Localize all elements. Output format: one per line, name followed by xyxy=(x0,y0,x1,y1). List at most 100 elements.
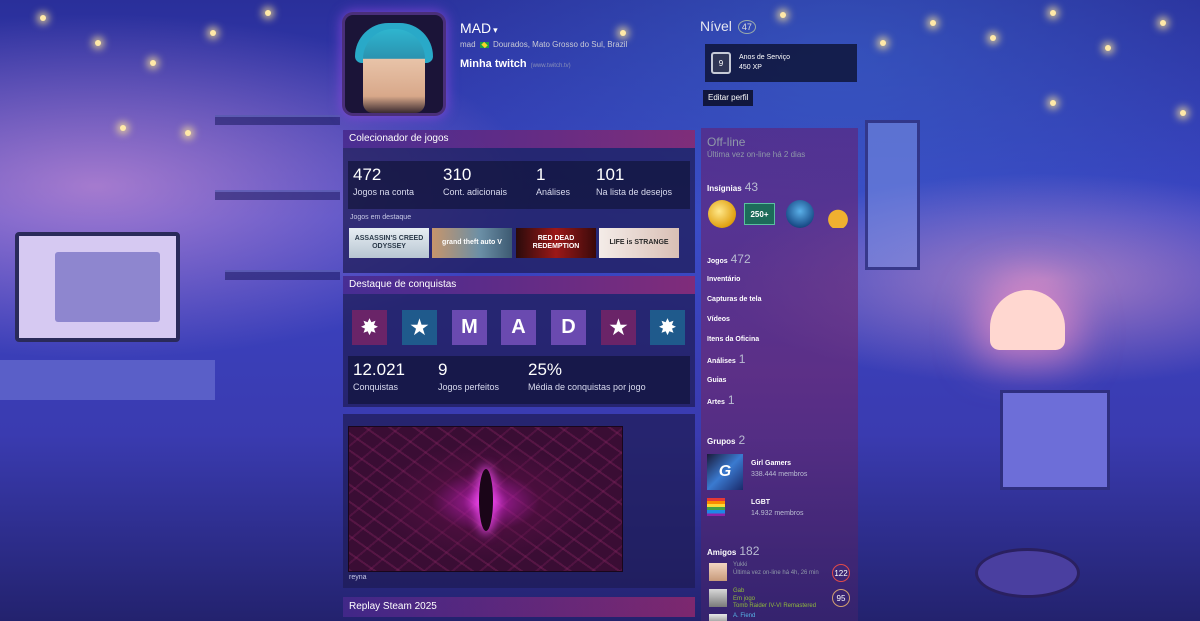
friend-name[interactable]: Yukki xyxy=(733,562,747,568)
group-name[interactable]: Girl Gamers xyxy=(751,460,791,467)
workshop-items-link[interactable]: Itens da Oficina xyxy=(707,336,759,343)
nav-count: 472 xyxy=(730,252,751,266)
stat-avg-completion[interactable]: 25% Média de conquistas por jogo xyxy=(528,360,646,392)
background-cabinet xyxy=(1000,390,1110,490)
featured-games-label: Jogos em destaque xyxy=(350,214,412,221)
group-members: 14.932 membros xyxy=(751,510,804,517)
summary-title: Minha twitch xyxy=(460,58,527,70)
groups-label: Grupos xyxy=(707,437,736,446)
friend-game: Tomb Raider IV-VI Remastered xyxy=(733,603,817,609)
background-fairy-light xyxy=(265,10,271,16)
achievement-icon[interactable]: ★ xyxy=(601,310,636,345)
badges-count: 43 xyxy=(744,180,759,194)
stat-wishlist[interactable]: 101 Na lista de desejos xyxy=(596,165,672,197)
badges-label: Insígnias xyxy=(707,184,742,193)
game-capsule-rdr[interactable]: RED DEAD REDEMPTION xyxy=(516,228,596,258)
group-name[interactable]: LGBT xyxy=(751,499,770,506)
background-fairy-light xyxy=(1050,100,1056,106)
background-shelf xyxy=(215,190,340,200)
stat-label: Conquistas xyxy=(353,382,399,392)
stat-games[interactable]: 472 Jogos na conta xyxy=(353,165,414,197)
profile-name-dropdown[interactable]: MAD ▾ xyxy=(460,20,498,36)
stat-perfect-games[interactable]: 9 Jogos perfeitos xyxy=(438,360,499,392)
stat-label: Jogos na conta xyxy=(353,187,415,197)
profile-real-name: mad xyxy=(460,40,476,49)
friend-level: 122 xyxy=(832,564,850,582)
stat-label: Média de conquistas por jogo xyxy=(528,382,646,392)
background-fairy-light xyxy=(620,30,626,36)
achievement-icon[interactable]: D xyxy=(551,310,586,345)
stat-achievements[interactable]: 12.021 Conquistas xyxy=(353,360,405,392)
nav-label: Jogos xyxy=(707,258,728,265)
friends-link[interactable]: Amigos 182 xyxy=(707,544,759,558)
background-monitor-screen xyxy=(55,252,160,322)
badges-link[interactable]: Insígnias 43 xyxy=(707,180,758,194)
background-fairy-light xyxy=(1050,10,1056,16)
friend-avatar[interactable] xyxy=(709,614,727,621)
background-fairy-light xyxy=(185,130,191,136)
character-badge-icon[interactable] xyxy=(786,200,814,228)
profile-location: mad Dourados, Mato Grosso do Sul, Brazil xyxy=(460,40,627,49)
videos-link[interactable]: Vídeos xyxy=(707,316,730,323)
stat-number: 25% xyxy=(528,360,563,379)
guides-link[interactable]: Guias xyxy=(707,377,726,384)
game-stats-row: 472 Jogos na conta 310 Cont. adicionais … xyxy=(348,161,690,209)
girl-gamers-group-icon[interactable]: G xyxy=(707,454,743,490)
stat-number: 12.021 xyxy=(353,360,405,379)
gold-coin-badge-icon[interactable] xyxy=(708,200,736,228)
artwork-link[interactable]: Artes 1 xyxy=(707,393,735,407)
background-fairy-light xyxy=(930,20,936,26)
achievements-header: Destaque de conquistas xyxy=(343,276,695,294)
friends-count: 182 xyxy=(739,544,760,558)
badge-title: Anos de Serviço xyxy=(739,54,790,61)
achievement-icon[interactable]: A xyxy=(501,310,536,345)
summary-link[interactable]: (www.twitch.tv) xyxy=(531,63,571,69)
screenshots-link[interactable]: Capturas de tela xyxy=(707,296,761,303)
profile-location-text: Dourados, Mato Grosso do Sul, Brazil xyxy=(493,40,628,49)
friend-name[interactable]: Gab xyxy=(733,588,744,594)
friend-avatar[interactable] xyxy=(709,563,727,581)
groups-link[interactable]: Grupos 2 xyxy=(707,433,745,447)
stat-dlc[interactable]: 310 Cont. adicionais xyxy=(443,165,507,197)
achievement-icon[interactable]: ✸ xyxy=(352,310,387,345)
game-capsule-life-is-strange[interactable]: LIFE is STRANGE xyxy=(599,228,679,258)
background-fairy-light xyxy=(1105,45,1111,51)
achievement-icon[interactable]: M xyxy=(452,310,487,345)
background-fairy-light xyxy=(1160,20,1166,26)
achievement-icon[interactable]: ★ xyxy=(402,310,437,345)
game-capsule-gta-v[interactable]: grand theft auto V xyxy=(432,228,512,258)
level-value[interactable]: 47 xyxy=(737,19,756,34)
avatar-portrait xyxy=(363,29,425,113)
nav-label: Artes xyxy=(707,399,725,406)
stat-number: 472 xyxy=(353,165,382,184)
games-link[interactable]: Jogos 472 xyxy=(707,252,751,266)
lgbt-group-icon[interactable] xyxy=(707,498,725,516)
profile-avatar[interactable] xyxy=(345,15,443,113)
inventory-link[interactable]: Inventário xyxy=(707,276,740,283)
background-fairy-light xyxy=(1180,110,1186,116)
candle-badge-icon[interactable] xyxy=(824,200,852,228)
game-capsule-ac-odyssey[interactable]: ASSASSIN'S CREED ODYSSEY xyxy=(349,228,429,258)
stat-label: Análises xyxy=(536,187,571,197)
artwork-image[interactable] xyxy=(348,426,623,572)
background-lamp xyxy=(990,290,1065,350)
stat-reviews[interactable]: 1 Análises xyxy=(536,165,570,197)
friend-status: Em jogo xyxy=(733,596,756,602)
chevron-down-icon: ▾ xyxy=(493,25,498,35)
badge-250-plus[interactable]: 250+ xyxy=(744,203,775,225)
artwork-caption: reyna xyxy=(349,574,367,581)
friend-name[interactable]: A. Fiend xyxy=(733,613,755,619)
friend-level: 95 xyxy=(832,589,850,607)
years-of-service-badge[interactable]: 9 Anos de Serviço 450 XP xyxy=(705,44,857,82)
background-desk xyxy=(0,360,215,400)
reviews-link[interactable]: Análises 1 xyxy=(707,352,745,366)
group-members: 338.444 membros xyxy=(751,471,808,478)
friend-avatar[interactable] xyxy=(709,589,727,607)
achievement-icon[interactable]: ✸ xyxy=(650,310,685,345)
background-fairy-light xyxy=(150,60,156,66)
stat-label: Jogos perfeitos xyxy=(438,382,500,392)
badge-xp: 450 XP xyxy=(739,64,762,71)
replay-header: Replay Steam 2025 xyxy=(343,597,695,617)
edit-profile-button[interactable]: Editar perfil xyxy=(703,90,754,106)
nav-count: 1 xyxy=(727,393,735,407)
